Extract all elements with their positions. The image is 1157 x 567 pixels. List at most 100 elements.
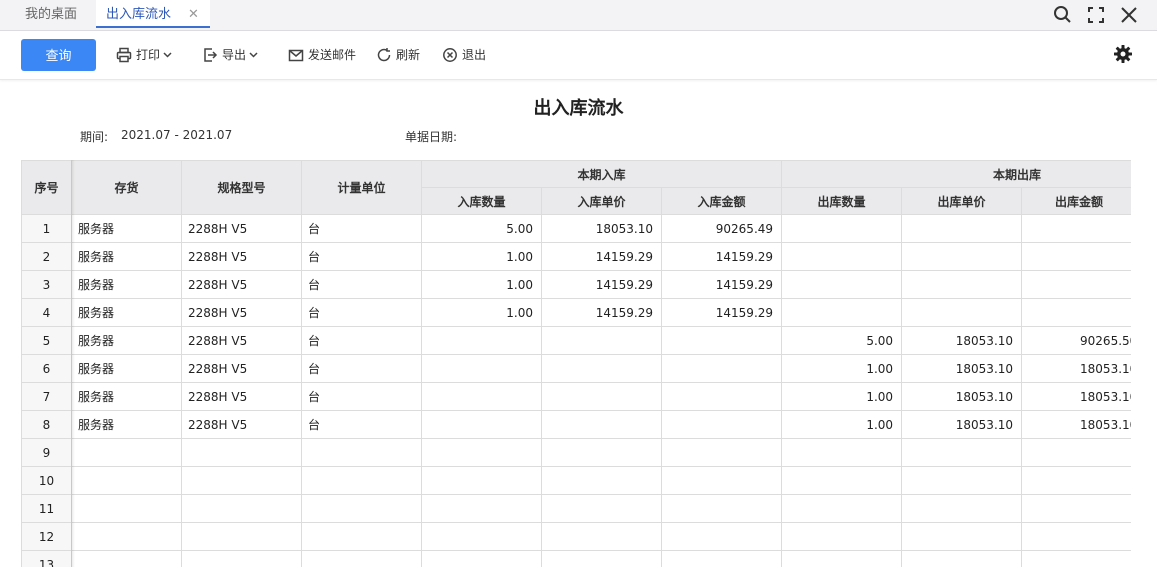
cell-out-qty[interactable]	[781, 550, 903, 567]
cell-item[interactable]	[71, 550, 182, 567]
col-header-spec[interactable]: 规格型号	[181, 160, 302, 215]
cell-idx[interactable]: 3	[21, 270, 72, 299]
cell-out-amount[interactable]	[1021, 298, 1131, 327]
cell-unit[interactable]	[301, 494, 422, 523]
cell-in-qty[interactable]: 5.00	[421, 214, 542, 243]
cell-spec[interactable]	[181, 466, 302, 495]
cell-unit[interactable]: 台	[301, 382, 422, 411]
table-row[interactable]: 7服务器2288H V5台1.0018053.1018053.10	[21, 382, 1131, 411]
print-button[interactable]: 打印	[116, 44, 176, 66]
cell-out-price[interactable]	[901, 298, 1023, 327]
cell-out-amount[interactable]: 18053.10	[1021, 382, 1131, 411]
export-button[interactable]: 导出	[202, 44, 262, 66]
cell-item[interactable]: 服务器	[71, 242, 182, 271]
cell-in-qty[interactable]: 1.00	[421, 242, 542, 271]
cell-idx[interactable]: 4	[21, 298, 72, 327]
cell-out-qty[interactable]: 5.00	[781, 326, 903, 355]
cell-out-price[interactable]	[901, 494, 1023, 523]
cell-out-price[interactable]	[901, 466, 1023, 495]
cell-in-price[interactable]	[541, 354, 662, 383]
cell-out-amount[interactable]: 90265.50	[1021, 326, 1131, 355]
cell-out-qty[interactable]: 1.00	[781, 354, 903, 383]
cell-in-qty[interactable]: 1.00	[421, 270, 542, 299]
cell-out-amount[interactable]	[1021, 550, 1131, 567]
cell-out-qty[interactable]	[781, 522, 903, 551]
cell-in-amount[interactable]: 90265.49	[660, 214, 783, 243]
cell-in-amount[interactable]: 14159.29	[660, 298, 783, 327]
cell-idx[interactable]: 11	[21, 494, 72, 523]
cell-in-price[interactable]	[541, 494, 662, 523]
cell-in-amount[interactable]	[660, 494, 783, 523]
cell-in-price[interactable]: 18053.10	[541, 214, 662, 243]
exit-button[interactable]: 退出	[442, 44, 486, 66]
col-header-out-price[interactable]: 出库单价	[901, 187, 1023, 215]
cell-item[interactable]: 服务器	[71, 214, 182, 243]
cell-in-amount[interactable]: 14159.29	[660, 270, 783, 299]
cell-idx[interactable]: 8	[21, 410, 72, 439]
cell-spec[interactable]: 2288H V5	[181, 270, 302, 299]
cell-in-amount[interactable]	[660, 410, 783, 439]
cell-idx[interactable]: 7	[21, 382, 72, 411]
cell-in-price[interactable]	[541, 522, 662, 551]
cell-in-amount[interactable]	[660, 438, 783, 467]
cell-item[interactable]: 服务器	[71, 326, 182, 355]
cell-in-amount[interactable]	[660, 382, 783, 411]
cell-item[interactable]	[71, 438, 182, 467]
cell-out-amount[interactable]	[1021, 494, 1131, 523]
cell-in-price[interactable]	[541, 466, 662, 495]
cell-out-amount[interactable]	[1021, 270, 1131, 299]
col-header-unit[interactable]: 计量单位	[301, 160, 422, 215]
cell-out-amount[interactable]	[1021, 214, 1131, 243]
cell-spec[interactable]	[181, 438, 302, 467]
tab-my-desktop[interactable]: 我的桌面	[25, 0, 77, 30]
cell-out-qty[interactable]	[781, 214, 903, 243]
table-row[interactable]: 5服务器2288H V5台 5.0018053.1090265.50	[21, 326, 1131, 355]
cell-idx[interactable]: 13	[21, 550, 72, 567]
cell-out-price[interactable]	[901, 438, 1023, 467]
cell-in-qty[interactable]	[421, 382, 542, 411]
table-row[interactable]: 6服务器2288H V5台1.0018053.1018053.10	[21, 354, 1131, 383]
cell-unit[interactable]: 台	[301, 298, 422, 327]
cell-spec[interactable]: 2288H V5	[181, 410, 302, 439]
cell-out-qty[interactable]	[781, 466, 903, 495]
cell-spec[interactable]: 2288H V5	[181, 298, 302, 327]
cell-out-qty[interactable]	[781, 494, 903, 523]
cell-unit[interactable]	[301, 522, 422, 551]
table-row[interactable]: 13	[21, 550, 1131, 567]
cell-in-price[interactable]	[541, 382, 662, 411]
cell-spec[interactable]: 2288H V5	[181, 242, 302, 271]
cell-item[interactable]: 服务器	[71, 354, 182, 383]
cell-out-amount[interactable]: 18053.10	[1021, 410, 1131, 439]
refresh-button[interactable]: 刷新	[376, 44, 420, 66]
cell-in-amount[interactable]	[660, 354, 783, 383]
cell-in-price[interactable]	[541, 438, 662, 467]
cell-out-qty[interactable]: 1.00	[781, 382, 903, 411]
cell-idx[interactable]: 10	[21, 466, 72, 495]
cell-out-qty[interactable]: 1.00	[781, 410, 903, 439]
cell-in-qty[interactable]	[421, 494, 542, 523]
cell-idx[interactable]: 9	[21, 438, 72, 467]
col-header-in-price[interactable]: 入库单价	[541, 187, 662, 215]
cell-spec[interactable]	[181, 550, 302, 567]
cell-out-price[interactable]: 18053.10	[901, 354, 1023, 383]
cell-in-qty[interactable]	[421, 466, 542, 495]
gear-icon[interactable]	[1113, 44, 1133, 68]
cell-in-price[interactable]	[541, 550, 662, 567]
table-row[interactable]: 10	[21, 466, 1131, 495]
cell-unit[interactable]: 台	[301, 242, 422, 271]
close-icon[interactable]	[1116, 2, 1142, 28]
cell-in-qty[interactable]	[421, 410, 542, 439]
cell-unit[interactable]	[301, 438, 422, 467]
search-icon[interactable]	[1050, 2, 1076, 28]
cell-in-qty[interactable]	[421, 522, 542, 551]
cell-out-price[interactable]: 18053.10	[901, 326, 1023, 355]
cell-spec[interactable]: 2288H V5	[181, 214, 302, 243]
cell-in-price[interactable]: 14159.29	[541, 242, 662, 271]
cell-unit[interactable]: 台	[301, 270, 422, 299]
cell-spec[interactable]: 2288H V5	[181, 354, 302, 383]
cell-idx[interactable]: 2	[21, 242, 72, 271]
col-header-idx[interactable]: 序号	[21, 160, 72, 215]
cell-item[interactable]: 服务器	[71, 382, 182, 411]
table-row[interactable]: 3 服务器 2288H V5 台 1.00 14159.29 14159.29	[21, 270, 1131, 299]
cell-out-qty[interactable]	[781, 270, 903, 299]
